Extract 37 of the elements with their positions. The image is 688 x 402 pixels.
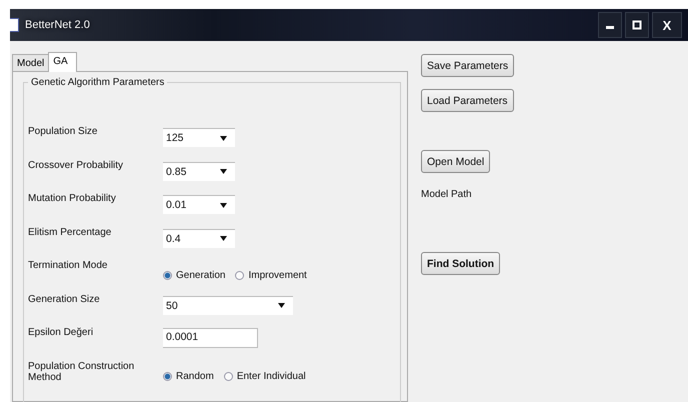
caret-icon [220, 202, 227, 208]
field-label: Mutation Probability [28, 192, 117, 204]
minimize-button[interactable] [598, 12, 622, 38]
caret-icon [220, 236, 227, 241]
group-title: Genetic Algorithm Parameters [28, 77, 168, 88]
radio-option[interactable]: Generation [163, 270, 226, 281]
caret-icon [278, 303, 285, 308]
caret-icon [220, 136, 227, 140]
field-label: Population Construction Method [28, 360, 136, 382]
app-icon [10, 18, 19, 32]
action-button[interactable]: Open Model [421, 150, 490, 173]
tab[interactable]: GA [48, 52, 77, 72]
dropdown[interactable]: 125 [163, 128, 235, 147]
field-label: Epsilon Değeri [28, 326, 94, 338]
action-button[interactable]: Load Parameters [421, 89, 514, 112]
dropdown[interactable]: 0.4 [163, 228, 235, 248]
maximize-icon [632, 20, 642, 30]
dropdown[interactable]: 50 [163, 296, 293, 314]
tab[interactable]: Model [12, 54, 50, 71]
field-label: Generation Size [28, 292, 101, 304]
action-button[interactable]: Find Solution [421, 252, 500, 275]
field-label: Elitism Percentage [28, 226, 112, 238]
field-label: Termination Mode [28, 259, 108, 271]
action-button[interactable]: Save Parameters [421, 54, 514, 77]
radio-option[interactable]: Improvement [235, 270, 307, 281]
path-label: Model Path [421, 189, 472, 200]
field-label: Population Size [28, 125, 98, 137]
dropdown[interactable]: 0.01 [163, 195, 235, 214]
dropdown[interactable]: 0.85 [163, 162, 235, 180]
radio-option[interactable]: Random [163, 370, 214, 382]
maximize-button[interactable] [625, 12, 649, 38]
input-field[interactable]: 0.0001 [163, 328, 258, 348]
caret-icon [220, 169, 227, 174]
field-label: Crossover Probability [28, 158, 124, 170]
window-title: BetterNet 2.0 [25, 19, 90, 31]
radio-option[interactable]: Enter Individual [224, 370, 306, 382]
close-button[interactable]: X [652, 12, 682, 38]
